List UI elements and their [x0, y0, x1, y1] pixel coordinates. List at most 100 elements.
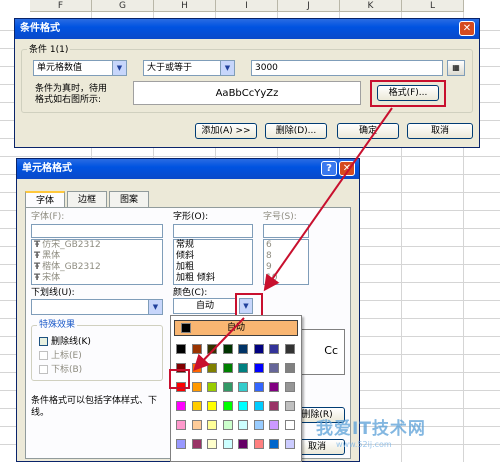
color-swatch[interactable]	[269, 344, 279, 354]
color-swatch[interactable]	[207, 382, 217, 392]
color-swatch[interactable]	[207, 401, 217, 411]
font-list[interactable]: Ŧ 仿宋_GB2312 Ŧ 黑体 Ŧ 楷体_GB2312 Ŧ 宋体	[31, 239, 163, 285]
list-item[interactable]: 倾斜	[174, 251, 252, 262]
list-item[interactable]: 10	[264, 273, 308, 284]
color-swatch[interactable]	[222, 420, 233, 430]
color-swatch[interactable]	[284, 420, 295, 430]
list-item[interactable]: 6	[264, 240, 308, 251]
list-item[interactable]: Ŧ 仿宋_GB2312	[32, 240, 162, 251]
close-icon[interactable]: ✕	[459, 21, 475, 36]
list-item[interactable]: 加粗	[174, 262, 252, 273]
color-swatch[interactable]	[253, 382, 264, 392]
subscript-checkbox[interactable]	[39, 365, 48, 374]
list-item[interactable]: Ŧ 楷体_GB2312	[32, 262, 162, 273]
column-header[interactable]: F	[30, 0, 92, 12]
color-swatch[interactable]	[269, 420, 279, 430]
list-item[interactable]: 常规	[174, 240, 252, 251]
strikethrough-checkbox[interactable]	[39, 337, 48, 346]
preview-label: 格式如右图所示:	[35, 95, 102, 105]
column-header[interactable]: L	[402, 0, 464, 12]
color-swatch[interactable]	[176, 439, 186, 449]
color-swatch[interactable]	[191, 439, 202, 449]
auto-color-option[interactable]: 自动	[174, 320, 298, 336]
tab-font[interactable]: 字体	[25, 191, 65, 207]
color-swatch[interactable]	[238, 439, 248, 449]
color-swatch[interactable]	[207, 439, 217, 449]
color-select[interactable]: 自动	[173, 298, 237, 314]
condition-value-input[interactable]: 3000	[251, 60, 443, 76]
color-swatch[interactable]	[253, 344, 264, 354]
list-item[interactable]: 加粗 倾斜	[174, 273, 252, 284]
color-swatch[interactable]	[238, 401, 248, 411]
ok-button[interactable]: 确定	[337, 123, 399, 139]
column-header[interactable]: J	[278, 0, 340, 12]
color-swatch[interactable]	[176, 344, 186, 354]
color-swatch[interactable]	[269, 363, 279, 373]
help-icon[interactable]: ?	[321, 161, 337, 176]
close-icon[interactable]: ✕	[339, 161, 355, 176]
color-swatch[interactable]	[284, 401, 295, 411]
color-swatch[interactable]	[222, 344, 233, 354]
color-swatch[interactable]	[238, 382, 248, 392]
color-swatch[interactable]	[191, 363, 202, 373]
color-swatch[interactable]	[284, 439, 295, 449]
color-swatch[interactable]	[207, 344, 217, 354]
color-swatch[interactable]	[284, 363, 295, 373]
cancel-button[interactable]: 取消	[407, 123, 473, 139]
column-header[interactable]: K	[340, 0, 402, 12]
size-input[interactable]	[263, 224, 309, 238]
color-swatch[interactable]	[238, 363, 248, 373]
color-swatch[interactable]	[222, 382, 233, 392]
superscript-checkbox[interactable]	[39, 351, 48, 360]
selected-color-highlight	[169, 369, 190, 389]
delete-button[interactable]: 删除(D)...	[265, 123, 327, 139]
column-header[interactable]: I	[216, 0, 278, 12]
color-swatch[interactable]	[191, 344, 202, 354]
color-swatch[interactable]	[269, 401, 279, 411]
column-header[interactable]: G	[92, 0, 154, 12]
operator-select[interactable]: 大于或等于 ▼	[143, 60, 235, 76]
chevron-down-icon[interactable]: ▼	[220, 61, 234, 75]
list-item[interactable]: Ŧ 黑体	[32, 251, 162, 262]
color-swatch[interactable]	[253, 363, 264, 373]
conditional-format-dialog: 条件格式 ✕ 条件 1(1) 单元格数值 ▼ 大于或等于 ▼ 3000 ▦ 条件…	[14, 18, 480, 148]
color-swatch[interactable]	[253, 420, 264, 430]
conditional-format-titlebar[interactable]: 条件格式	[15, 19, 479, 39]
style-list[interactable]: 常规 倾斜 加粗 加粗 倾斜	[173, 239, 253, 285]
font-input[interactable]	[31, 224, 163, 238]
color-swatch[interactable]	[253, 439, 264, 449]
style-input[interactable]	[173, 224, 253, 238]
list-item[interactable]: Ŧ 宋体	[32, 273, 162, 284]
condition-type-select[interactable]: 单元格数值 ▼	[33, 60, 127, 76]
color-swatch[interactable]	[191, 401, 202, 411]
color-swatch[interactable]	[253, 401, 264, 411]
color-swatch[interactable]	[191, 420, 202, 430]
color-swatch[interactable]	[222, 363, 233, 373]
color-swatch[interactable]	[238, 344, 248, 354]
list-item[interactable]: 8	[264, 251, 308, 262]
color-swatch[interactable]	[222, 439, 233, 449]
color-swatch[interactable]	[284, 344, 295, 354]
underline-select[interactable]: ▼	[31, 299, 163, 315]
tab-pattern[interactable]: 图案	[109, 191, 149, 207]
tab-border[interactable]: 边框	[67, 191, 107, 207]
color-swatch[interactable]	[207, 363, 217, 373]
color-swatch[interactable]	[269, 382, 279, 392]
note-text: 线。	[31, 408, 50, 418]
color-swatch[interactable]	[284, 382, 295, 392]
list-item[interactable]: 9	[264, 262, 308, 273]
size-list[interactable]: 6 8 9 10	[263, 239, 309, 285]
column-header[interactable]: H	[154, 0, 216, 12]
color-swatch[interactable]	[191, 382, 202, 392]
color-swatch[interactable]	[269, 439, 279, 449]
chevron-down-icon[interactable]: ▼	[112, 61, 126, 75]
color-swatch[interactable]	[176, 401, 186, 411]
chevron-down-icon[interactable]: ▼	[148, 300, 162, 314]
color-swatch[interactable]	[176, 420, 186, 430]
range-picker-icon[interactable]: ▦	[447, 60, 465, 76]
color-swatch[interactable]	[238, 420, 248, 430]
add-button[interactable]: 添加(A) >>	[195, 123, 257, 139]
color-swatch[interactable]	[222, 401, 233, 411]
cell-format-titlebar[interactable]: 单元格格式	[17, 159, 359, 179]
color-swatch[interactable]	[207, 420, 217, 430]
